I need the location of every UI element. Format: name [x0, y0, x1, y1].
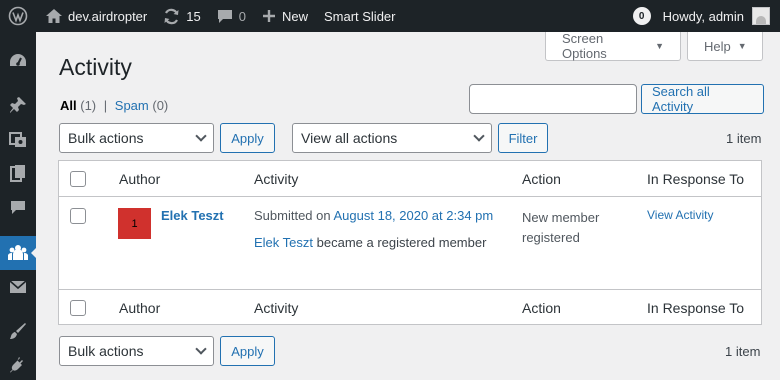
new-label: New [281, 8, 308, 24]
site-name-link[interactable]: dev.airdropter [38, 0, 155, 32]
activity-submitted: Submitted on August 18, 2020 at 2:34 pm [254, 208, 493, 223]
activity-member-link[interactable]: Elek Teszt [254, 235, 313, 250]
plus-icon [262, 9, 276, 23]
bulk-actions-select-bottom[interactable]: Bulk actions [59, 336, 214, 366]
account-menu[interactable]: Howdy, admin [663, 0, 780, 32]
search-activity-button[interactable]: Search all Activity [641, 84, 764, 114]
updates-icon [163, 8, 180, 25]
chevron-down-icon [195, 343, 207, 355]
filter-spam-count: (0) [152, 98, 169, 113]
greeting-text: Howdy, admin [662, 8, 744, 24]
screen-options-label: Screen Options [562, 31, 607, 61]
column-author: Author [119, 171, 161, 187]
appearance-brush-icon[interactable] [0, 314, 36, 348]
submitted-date-link[interactable]: August 18, 2020 at 2:34 pm [334, 208, 494, 223]
column-author: Author [119, 300, 161, 316]
dashboard-gauge-icon[interactable] [0, 44, 36, 78]
envelope-icon[interactable] [0, 270, 36, 304]
action-type: New member registered [522, 210, 600, 245]
apply-button[interactable]: Apply [220, 123, 275, 153]
help-button[interactable]: Help ▼ [687, 32, 763, 61]
posts-pin-icon[interactable] [0, 88, 36, 122]
submitted-prefix: Submitted on [254, 208, 334, 223]
caret-down-icon: ▼ [737, 41, 747, 51]
pages-icon[interactable] [0, 156, 36, 190]
item-count-top: 1 item [726, 131, 762, 146]
activity-buddypress-icon[interactable] [0, 236, 37, 270]
comments-count: 0 [238, 8, 246, 24]
bulk-actions-select[interactable]: Bulk actions [59, 123, 214, 153]
activity-content: Elek Teszt became a registered member [254, 235, 486, 250]
comments-link[interactable]: 0 [209, 0, 254, 32]
table-footer-row: Author Activity Action In Response To [59, 289, 761, 325]
admin-bar: dev.airdropter 15 0 New Smart Slider 0 H… [0, 0, 780, 32]
filter-all-count: (1) [80, 98, 97, 113]
filter-spam[interactable]: Spam (0) [115, 98, 168, 113]
screen-options-button[interactable]: Screen Options ▼ [545, 31, 681, 61]
column-action: Action [522, 171, 561, 187]
column-in-response-to: In Response To [647, 171, 745, 187]
chevron-down-icon [195, 130, 207, 142]
new-content-link[interactable]: New [254, 0, 316, 32]
author-link[interactable]: Elek Teszt [161, 208, 224, 223]
site-name: dev.airdropter [68, 8, 148, 24]
activity-text: became a registered member [313, 235, 487, 250]
caret-down-icon: ▼ [655, 41, 664, 51]
notifications-badge[interactable]: 0 [632, 7, 651, 25]
filter-all-label: All [60, 98, 77, 113]
column-activity: Activity [254, 300, 299, 316]
comment-bubble-icon [217, 9, 233, 24]
bulk-actions-value: Bulk actions [68, 343, 144, 359]
column-in-response-to: In Response To [647, 300, 745, 316]
main-content: Screen Options ▼ Help ▼ Activity All (1)… [36, 31, 780, 380]
help-label: Help [704, 38, 731, 54]
status-filter-links: All (1) | Spam (0) [60, 98, 168, 113]
filter-all[interactable]: All (1) [60, 98, 96, 113]
item-count-bottom: 1 item [725, 344, 761, 359]
admin-side-menu [0, 32, 37, 380]
filter-separator: | [103, 98, 108, 113]
bulk-actions-value: Bulk actions [68, 130, 144, 146]
user-avatar [752, 7, 770, 25]
activity-table: Author Activity Action In Response To 1 … [58, 160, 762, 325]
column-action: Action [522, 300, 561, 316]
chevron-down-icon [473, 130, 485, 142]
select-all-checkbox[interactable] [70, 171, 86, 187]
row-checkbox[interactable] [70, 208, 86, 224]
author-avatar[interactable]: 1 [118, 208, 151, 239]
page-title: Activity [59, 54, 132, 80]
action-type-value: View all actions [301, 130, 398, 146]
search-input[interactable] [469, 84, 637, 114]
view-activity-link[interactable]: View Activity [647, 208, 713, 222]
wordpress-logo-icon[interactable] [0, 0, 38, 32]
table-row: 1 Elek Teszt Submitted on August 18, 202… [59, 197, 761, 289]
smart-slider-label: Smart Slider [323, 8, 396, 24]
table-header-row: Author Activity Action In Response To [59, 161, 761, 197]
select-all-checkbox-footer[interactable] [70, 300, 86, 316]
updates-link[interactable]: 15 [155, 0, 208, 32]
filter-spam-label: Spam [114, 98, 149, 113]
updates-count: 15 [186, 8, 201, 24]
plugins-icon[interactable] [0, 348, 36, 380]
column-activity: Activity [254, 171, 299, 187]
comments-menu-icon[interactable] [0, 190, 36, 224]
apply-button-bottom[interactable]: Apply [220, 336, 275, 366]
media-icon[interactable] [0, 122, 36, 156]
action-type-select[interactable]: View all actions [292, 123, 492, 153]
home-icon [46, 9, 62, 23]
smart-slider-link[interactable]: Smart Slider [316, 0, 404, 32]
filter-button[interactable]: Filter [498, 123, 548, 153]
